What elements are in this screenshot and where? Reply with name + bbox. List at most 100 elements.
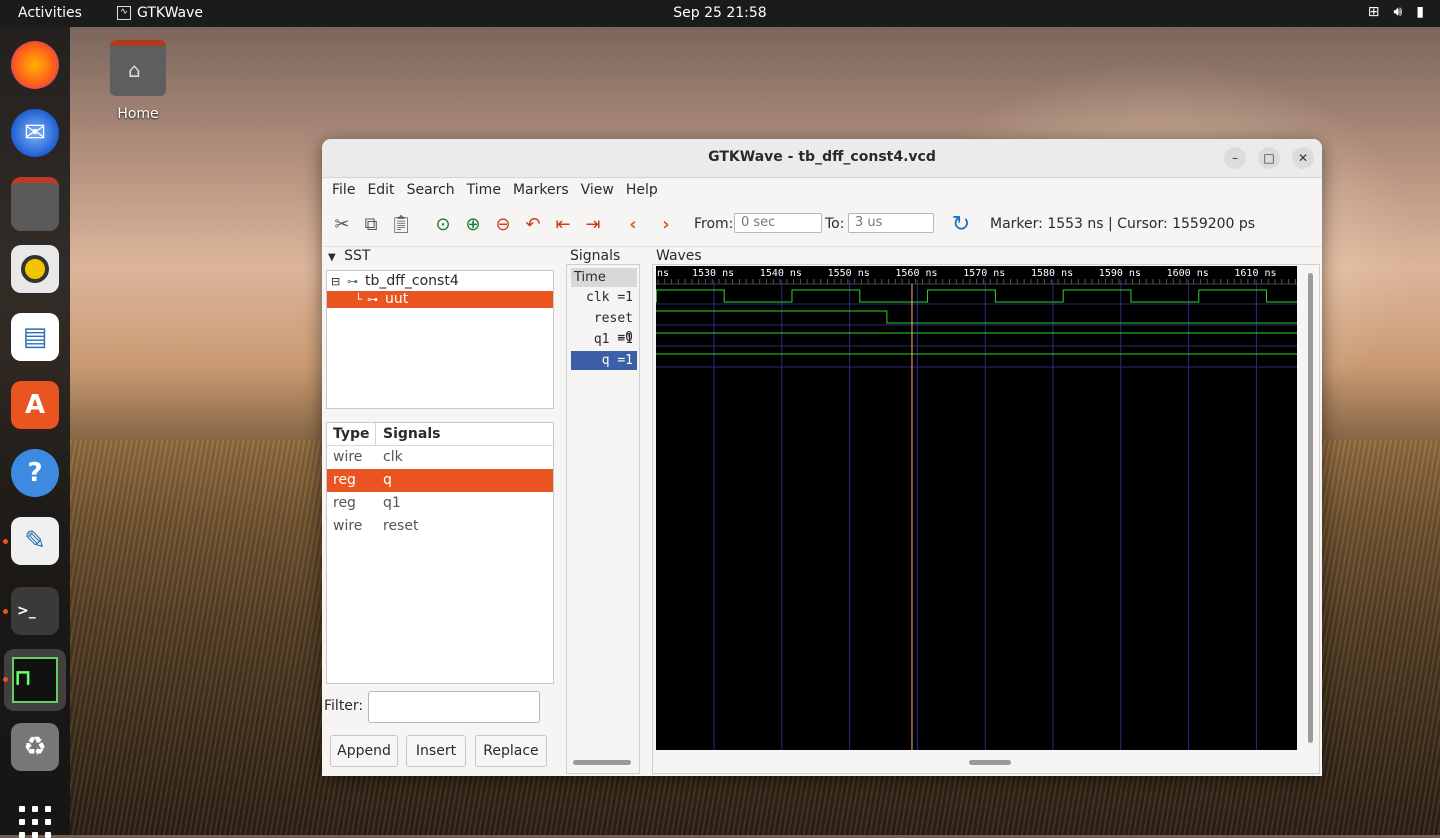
network-icon[interactable]: ⊞ [1368, 4, 1380, 20]
menu-file[interactable]: File [326, 178, 361, 204]
thunderbird-icon[interactable]: ✉ [11, 109, 59, 157]
signal-list-header: Type Signals [327, 423, 553, 446]
text-editor-icon[interactable]: ✎ [11, 517, 59, 565]
minimize-button[interactable]: – [1224, 147, 1246, 169]
menu-edit[interactable]: Edit [361, 178, 400, 204]
tree-branch-line: └ [355, 293, 362, 306]
waves-vscroll[interactable] [1308, 273, 1313, 743]
signal-type: reg [333, 495, 356, 511]
signal-value-clk[interactable]: clk =1 [571, 288, 637, 307]
rhythmbox-icon[interactable] [11, 245, 59, 293]
home-label: Home [117, 106, 159, 122]
menu-search[interactable]: Search [401, 178, 461, 204]
libreoffice-writer-icon[interactable]: ▤ [11, 313, 59, 361]
append-button[interactable]: Append [330, 735, 398, 767]
tree-item-tb-dff-const4[interactable]: ⊟ ⊶ tb_dff_const4 [327, 273, 553, 290]
signal-type: wire [333, 449, 363, 465]
desktop-home[interactable]: ⌂ Home [105, 40, 171, 122]
cut-icon[interactable]: ✂ [330, 212, 354, 236]
show-apps-icon[interactable] [19, 806, 51, 838]
insert-button[interactable]: Insert [406, 735, 466, 767]
ruler-tick-label: 1560 ns [895, 268, 937, 279]
signals-pane-label: Signals [570, 248, 621, 264]
to-label: To: [825, 216, 845, 232]
previous-edge-icon[interactable]: ‹ [621, 212, 645, 236]
ruler-tick-label: ns [657, 268, 669, 279]
signal-name: reset [383, 518, 419, 534]
toolbar: ✂ ⧉ 📋︎ ⊙ ⊕ ⊖ ↶ ⇤ ⇥ ‹ › From: 0 sec To: 3… [322, 204, 1322, 247]
title-bar[interactable]: GTKWave - tb_dff_const4.vcd – □ ✕ [322, 139, 1322, 178]
waveform-display[interactable]: ns 1530 ns 1540 ns 1550 ns 1560 ns 1570 ns 158… [656, 266, 1297, 750]
replace-button[interactable]: Replace [475, 735, 547, 767]
waves-hscroll[interactable] [969, 760, 1011, 765]
filter-input[interactable] [368, 691, 540, 723]
volume-icon[interactable]: 🔊︎ [1393, 4, 1402, 20]
menu-time[interactable]: Time [461, 178, 507, 204]
menu-bar: File Edit Search Time Markers View Help [322, 178, 1322, 204]
battery-icon[interactable]: ▮ [1416, 4, 1424, 20]
undo-zoom-icon[interactable]: ↶ [521, 212, 545, 236]
signal-name: clk [383, 449, 403, 465]
menu-help[interactable]: Help [620, 178, 664, 204]
help-icon[interactable]: ? [11, 449, 59, 497]
sst-header[interactable]: ▼ SST [328, 248, 370, 264]
files-icon[interactable] [11, 177, 59, 231]
signal-row-q1[interactable]: reg q1 [327, 492, 553, 515]
module-icon: ⊶ [347, 275, 358, 288]
terminal-icon[interactable]: >_ [11, 587, 59, 635]
signal-type: wire [333, 518, 363, 534]
signal-name: q [383, 472, 392, 488]
ruler-tick-label: 1540 ns [760, 268, 802, 279]
from-input[interactable]: 0 sec [734, 213, 822, 233]
ruler-tick-label: 1600 ns [1167, 268, 1209, 279]
zoom-to-end-icon[interactable]: ⇥ [581, 212, 605, 236]
window-title: GTKWave - tb_dff_const4.vcd [708, 149, 936, 165]
tree-item-label: uut [385, 291, 409, 307]
reload-icon[interactable]: ↻ [949, 212, 973, 237]
zoom-fit-icon[interactable]: ⊙ [431, 212, 455, 236]
signal-value-reset[interactable]: reset =0 [571, 309, 637, 345]
waves-pane-label: Waves [656, 248, 702, 264]
signals-hscroll[interactable] [573, 760, 631, 765]
signal-value-q[interactable]: q =1 [571, 351, 637, 370]
trash-icon[interactable]: ♻ [11, 723, 59, 771]
gtkwave-dock-icon[interactable]: ⊓ [4, 649, 66, 711]
ruler-tick-label: 1570 ns [963, 268, 1005, 279]
zoom-out-icon[interactable]: ⊖ [491, 212, 515, 236]
copy-icon[interactable]: ⧉ [359, 212, 383, 236]
to-input[interactable]: 3 us [848, 213, 934, 233]
next-edge-icon[interactable]: › [654, 212, 678, 236]
sst-label: SST [344, 248, 371, 264]
maximize-button[interactable]: □ [1258, 147, 1280, 169]
ruler-tick-label: 1530 ns [692, 268, 734, 279]
from-label: From: [694, 216, 734, 232]
tree-item-uut[interactable]: └ ⊶ uut [327, 291, 553, 308]
signal-value-q1[interactable]: q1 =1 [571, 330, 637, 349]
signal-row-reset[interactable]: wire reset [327, 515, 553, 538]
close-button[interactable]: ✕ [1292, 147, 1314, 169]
signal-name: q1 [383, 495, 401, 511]
signal-row-q[interactable]: reg q [327, 469, 553, 492]
ruler-tick-label: 1590 ns [1099, 268, 1141, 279]
ruler-tick-label: 1550 ns [828, 268, 870, 279]
column-signals[interactable]: Signals [383, 426, 440, 442]
clock[interactable]: Sep 25 21:58 [0, 5, 1440, 21]
collapse-arrow-icon[interactable]: ▼ [328, 252, 336, 263]
top-bar: Activities ∿ GTKWave Sep 25 21:58 ⊞ 🔊︎ ▮ [0, 0, 1440, 27]
wave-canvas[interactable]: ns 1530 ns 1540 ns 1550 ns 1560 ns 1570 ns 158… [656, 266, 1297, 750]
software-center-icon[interactable]: A [11, 381, 59, 429]
waves-pane: ns 1530 ns 1540 ns 1550 ns 1560 ns 1570 ns 158… [652, 264, 1320, 774]
zoom-to-start-icon[interactable]: ⇤ [551, 212, 575, 236]
column-type[interactable]: Type [333, 426, 370, 442]
time-row[interactable]: Time [571, 268, 637, 287]
firefox-icon[interactable] [11, 41, 59, 89]
zoom-in-icon[interactable]: ⊕ [461, 212, 485, 236]
tree-expander-icon[interactable]: ⊟ [331, 273, 340, 290]
menu-markers[interactable]: Markers [507, 178, 575, 204]
ruler-tick-label: 1610 ns [1234, 268, 1276, 279]
signal-row-clk[interactable]: wire clk [327, 446, 553, 469]
menu-view[interactable]: View [575, 178, 620, 204]
paste-icon[interactable]: 📋︎ [389, 212, 413, 236]
signal-type: reg [333, 472, 356, 488]
system-tray[interactable]: ⊞ 🔊︎ ▮ [1368, 4, 1424, 20]
